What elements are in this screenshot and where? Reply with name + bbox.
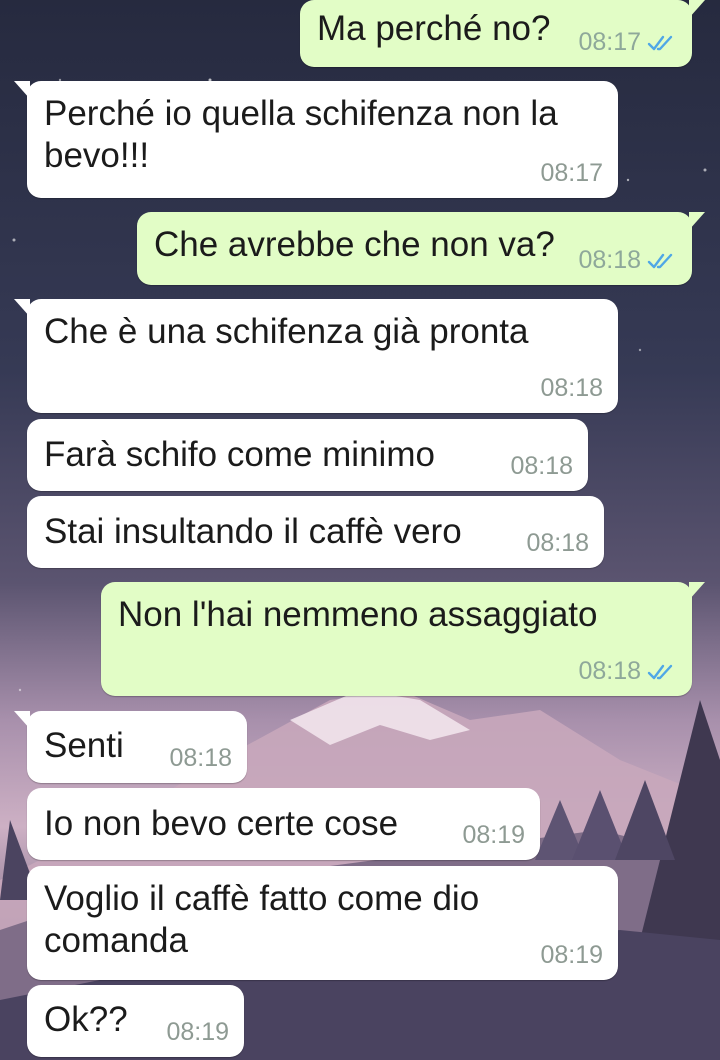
- message-meta: 08:19: [166, 1018, 229, 1047]
- message-time: 08:18: [526, 529, 589, 557]
- message-text: Voglio il caffè fatto come dio comanda: [44, 879, 480, 960]
- message-time: 08:19: [166, 1018, 229, 1046]
- incoming-message[interactable]: Stai insultando il caffè vero 08:18: [27, 496, 604, 568]
- message-meta: 08:18: [578, 657, 677, 686]
- message-text: Ok??: [44, 1000, 128, 1039]
- message-text: Io non bevo certe cose: [44, 804, 399, 843]
- message-time: 08:18: [578, 246, 641, 274]
- message-text: Farà schifo come minimo: [44, 435, 435, 474]
- incoming-message[interactable]: Perché io quella schifenza non la bevo!!…: [14, 81, 618, 198]
- message-text: Stai insultando il caffè vero: [44, 512, 462, 551]
- message-list[interactable]: Ma perché no? 08:17 Perché io quella sch…: [0, 0, 720, 1060]
- read-ticks-icon: [647, 35, 673, 50]
- message-text: Non l'hai nemmeno assaggiato: [118, 595, 598, 634]
- message-meta: 08:18: [169, 744, 232, 773]
- message-meta: 08:18: [578, 246, 677, 275]
- outgoing-message[interactable]: Non l'hai nemmeno assaggiato 08:18: [101, 582, 705, 696]
- message-meta: 08:19: [462, 821, 525, 850]
- message-text: Che è una schifenza già pronta: [44, 312, 529, 351]
- message-time: 08:18: [510, 452, 573, 480]
- message-time: 08:18: [578, 657, 641, 685]
- message-time: 08:18: [169, 744, 232, 772]
- outgoing-message[interactable]: Ma perché no? 08:17: [300, 0, 705, 67]
- read-ticks-icon: [647, 253, 673, 268]
- message-text: Che avrebbe che non va?: [154, 225, 555, 264]
- message-time: 08:17: [540, 159, 603, 187]
- message-time: 08:18: [540, 374, 603, 402]
- message-text: Ma perché no?: [317, 9, 551, 48]
- message-meta: 08:17: [540, 159, 603, 188]
- incoming-message[interactable]: Ok?? 08:19: [27, 985, 244, 1057]
- outgoing-message[interactable]: Che avrebbe che non va? 08:18: [137, 212, 705, 285]
- message-meta: 08:17: [578, 28, 677, 57]
- incoming-message[interactable]: Senti 08:18: [14, 711, 247, 783]
- incoming-message[interactable]: Che è una schifenza già pronta 08:18: [14, 299, 618, 413]
- message-time: 08:19: [462, 821, 525, 849]
- message-meta: 08:18: [526, 529, 589, 558]
- message-text: Perché io quella schifenza non la bevo!!…: [44, 94, 558, 175]
- message-meta: 08:18: [510, 452, 573, 481]
- incoming-message[interactable]: Farà schifo come minimo 08:18: [27, 419, 588, 491]
- message-meta: 08:18: [540, 374, 603, 403]
- message-meta: 08:19: [540, 941, 603, 970]
- message-time: 08:17: [578, 28, 641, 56]
- incoming-message[interactable]: Voglio il caffè fatto come dio comanda 0…: [27, 866, 618, 980]
- message-text: Senti: [44, 726, 124, 765]
- incoming-message[interactable]: Io non bevo certe cose 08:19: [27, 788, 540, 860]
- message-time: 08:19: [540, 941, 603, 969]
- read-ticks-icon: [647, 664, 673, 679]
